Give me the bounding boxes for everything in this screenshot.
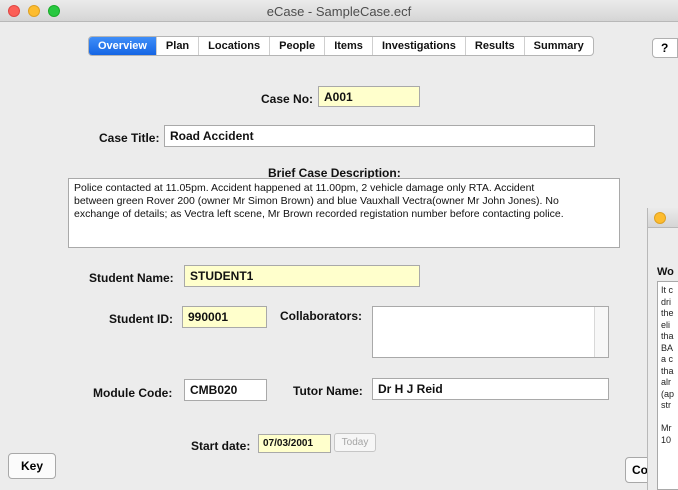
secondary-text-line: a c xyxy=(661,354,674,364)
secondary-text-line: alr xyxy=(661,377,672,387)
secondary-text-line: the xyxy=(661,308,674,318)
secondary-text-line: BA xyxy=(661,342,674,353)
case-title-label: Case Title: xyxy=(99,131,160,145)
key-button[interactable]: Key xyxy=(8,453,56,479)
secondary-window-button[interactable] xyxy=(654,212,666,224)
tab-people[interactable]: People xyxy=(270,37,326,55)
secondary-window: Wo It c dri the eli tha BA a c tha alr (… xyxy=(647,208,678,490)
secondary-title-bar xyxy=(648,208,678,228)
tab-bar: Overview Plan Locations People Items Inv… xyxy=(88,36,594,56)
tab-investigations[interactable]: Investigations xyxy=(373,37,466,55)
secondary-text-line: Mr xyxy=(661,423,672,433)
case-no-label: Case No: xyxy=(261,92,314,106)
secondary-text-line: str xyxy=(661,400,671,410)
start-date-label: Start date: xyxy=(191,439,251,453)
start-date-field[interactable]: 07/03/2001 xyxy=(258,434,331,453)
student-id-field[interactable]: 990001 xyxy=(182,306,267,328)
secondary-text-line: tha xyxy=(661,331,674,341)
secondary-text-line: (ap xyxy=(661,388,675,399)
main-window: eCase - SampleCase.ecf Overview Plan Loc… xyxy=(0,0,678,490)
student-id-label: Student ID: xyxy=(109,312,173,326)
case-title-field[interactable]: Road Accident xyxy=(164,125,595,147)
secondary-text-line: It c xyxy=(661,285,674,295)
secondary-text-line: tha xyxy=(661,365,674,376)
secondary-heading: Wo xyxy=(657,266,674,278)
description-line: Police contacted at 11.05pm. Accident ha… xyxy=(74,182,535,194)
title-bar: eCase - SampleCase.ecf xyxy=(0,0,678,22)
collaborators-label: Collaborators: xyxy=(280,309,363,323)
description-line: exchange of details; as Vectra left scen… xyxy=(74,208,564,220)
description-textarea[interactable]: Police contacted at 11.05pm. Accident ha… xyxy=(68,178,620,248)
secondary-text-line: eli xyxy=(661,319,671,330)
collaborators-scrollbar[interactable] xyxy=(594,307,608,357)
module-code-label: Module Code: xyxy=(93,386,173,400)
secondary-text-line: 10 xyxy=(661,434,672,445)
student-name-label: Student Name: xyxy=(89,271,174,285)
window-title: eCase - SampleCase.ecf xyxy=(266,4,412,19)
module-code-field[interactable]: CMB020 xyxy=(184,379,267,401)
tab-plan[interactable]: Plan xyxy=(157,37,200,55)
tab-locations[interactable]: Locations xyxy=(199,37,271,55)
tab-summary[interactable]: Summary xyxy=(525,37,593,55)
tutor-name-field[interactable]: Dr H J Reid xyxy=(372,378,609,400)
tutor-name-label: Tutor Name: xyxy=(293,384,363,398)
case-no-field[interactable]: A001 xyxy=(318,86,420,107)
tab-overview[interactable]: Overview xyxy=(89,37,157,55)
secondary-text-line xyxy=(661,412,678,424)
collaborators-textarea[interactable] xyxy=(372,306,609,358)
tab-results[interactable]: Results xyxy=(466,37,525,55)
tab-items[interactable]: Items xyxy=(325,37,373,55)
help-button[interactable]: ? xyxy=(652,38,678,58)
student-name-field[interactable]: STUDENT1 xyxy=(184,265,420,287)
today-button[interactable]: Today xyxy=(334,433,376,452)
secondary-textarea[interactable]: It c dri the eli tha BA a c tha alr (ap … xyxy=(657,281,678,490)
description-line: between green Rover 200 (owner Mr Simon … xyxy=(74,195,559,207)
secondary-text-line: dri xyxy=(661,296,672,307)
